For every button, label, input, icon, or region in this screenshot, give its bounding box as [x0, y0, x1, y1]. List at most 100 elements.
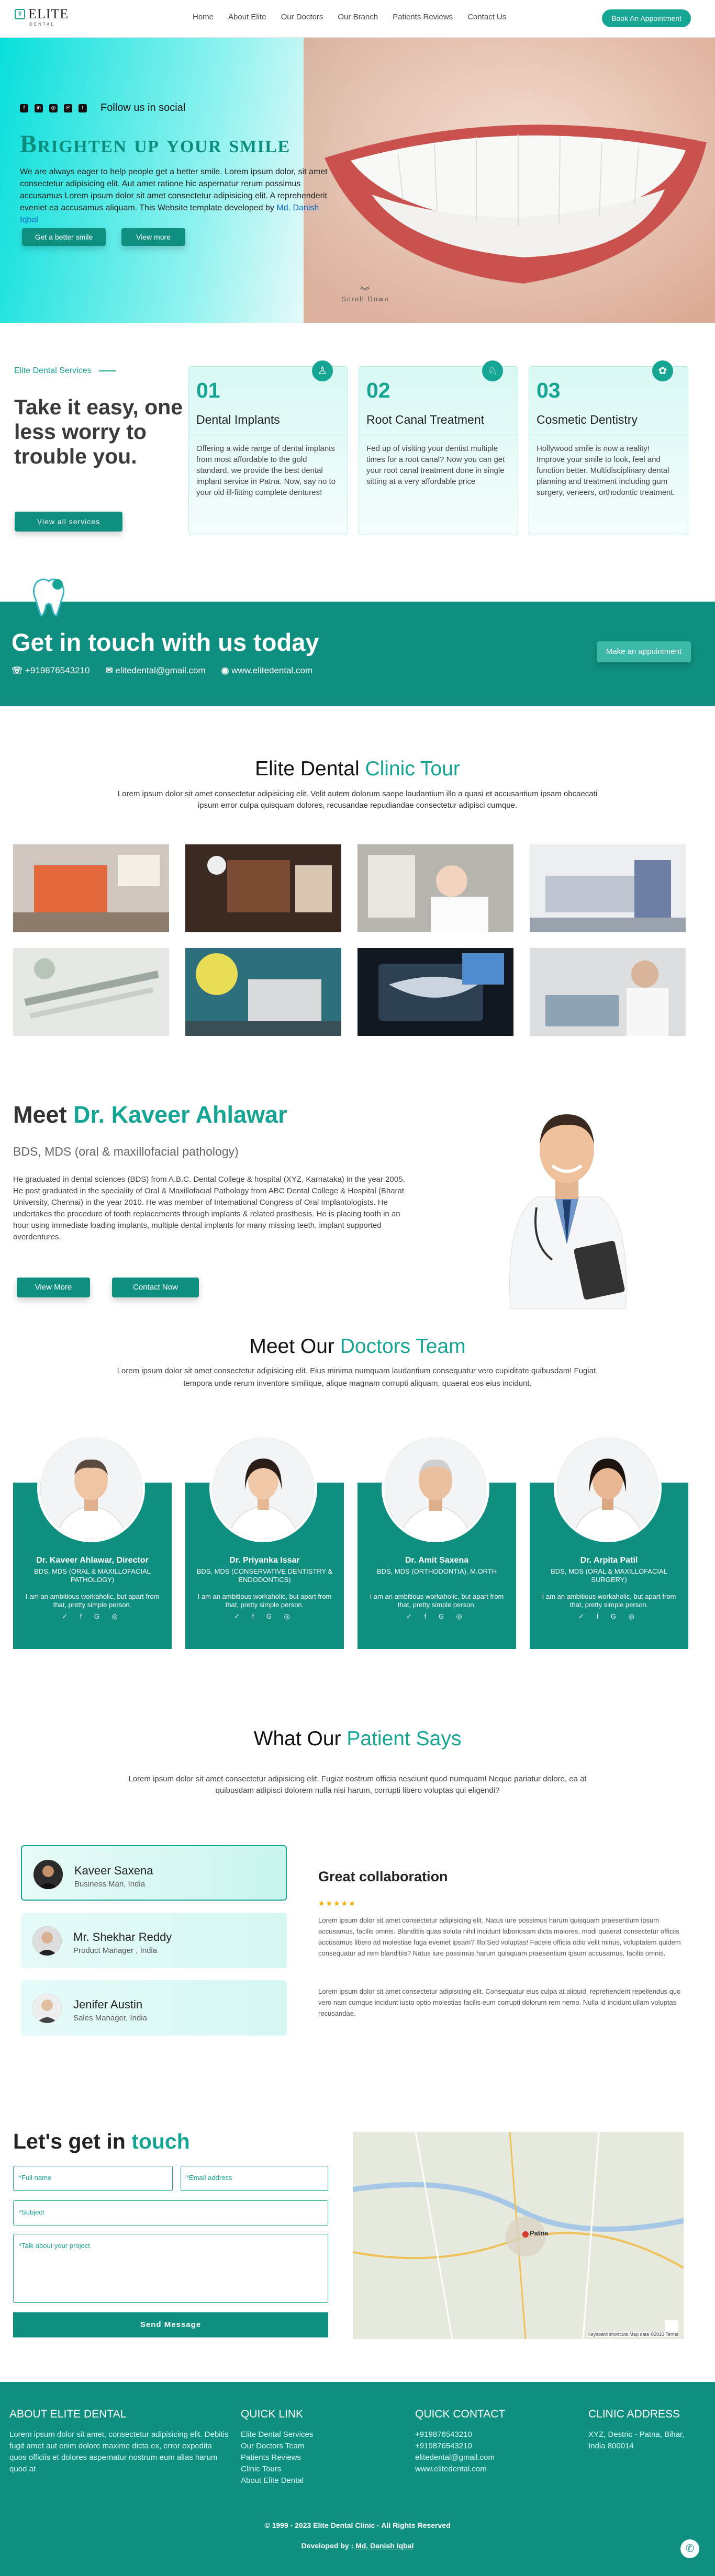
- band-email[interactable]: ✉ elitedental@gmail.com: [105, 665, 205, 676]
- hero-title: Brighten up your smile: [20, 130, 291, 158]
- doctor-card[interactable]: Dr. Priyanka Issar BDS, MDS (CONSERVATIV…: [185, 1434, 344, 1649]
- nav-doctors[interactable]: Our Doctors: [281, 13, 323, 21]
- service-desc: Hollywood smile is now a reality! Improv…: [537, 444, 675, 497]
- service-card[interactable]: ♘ 02 Root Canal Treatment Fed up of visi…: [359, 360, 518, 535]
- footer-phone[interactable]: +919876543210: [415, 2441, 541, 2452]
- dev-name-link[interactable]: Md. Danish Iqbal: [355, 2541, 414, 2550]
- view-more-button[interactable]: View more: [121, 228, 185, 246]
- subject-field[interactable]: *Subject: [13, 2200, 328, 2225]
- email-field[interactable]: *Email address: [181, 2166, 328, 2191]
- footer-link[interactable]: Elite Dental Services: [241, 2429, 366, 2441]
- view-all-services-button[interactable]: View all services: [15, 512, 122, 532]
- meet-text: He graduated in dental sciences (BDS) fr…: [13, 1175, 405, 1241]
- band-phone[interactable]: ☏ +919876543210: [12, 665, 90, 676]
- scroll-label: Scroll Down: [341, 295, 389, 303]
- phone-text: +919876543210: [25, 665, 90, 675]
- footer-contact-heading: QUICK CONTACT: [415, 2408, 506, 2420]
- doctor-card[interactable]: Dr. Amit Saxena BDS, MDS (ORTHODONTIA), …: [358, 1434, 516, 1649]
- clinic-photo[interactable]: [13, 844, 169, 932]
- testimonial-tab[interactable]: Jenifer Austin Sales Manager, India: [21, 1980, 287, 2036]
- footer-phone[interactable]: +919876543210: [415, 2429, 541, 2441]
- meet-title: Meet Dr. Kaveer Ahlawar: [13, 1101, 287, 1128]
- clinic-photo[interactable]: [358, 948, 513, 1036]
- clinic-photo[interactable]: [185, 844, 341, 932]
- map[interactable]: Patna Keyboard shortcuts Map data ©2023 …: [353, 2132, 684, 2339]
- doctor-card[interactable]: Dr. Arpita Patil BDS, MDS (ORAL & MAXILL…: [530, 1434, 688, 1649]
- testimonial-tab[interactable]: Kaveer Saxena Business Man, India: [21, 1845, 287, 1901]
- clinic-photo[interactable]: [530, 844, 686, 932]
- facebook-icon[interactable]: f: [20, 104, 28, 112]
- clinic-photo[interactable]: [13, 948, 169, 1036]
- doctor-social-icons[interactable]: ✓ f G ◎: [185, 1612, 344, 1621]
- doctor-avatar: [554, 1434, 662, 1542]
- contact-now-button[interactable]: Contact Now: [112, 1278, 199, 1297]
- clinic-photo[interactable]: [358, 844, 513, 932]
- arrow-line: [98, 370, 116, 371]
- footer-contact-list: +919876543210 +919876543210 elitedental@…: [415, 2429, 541, 2475]
- nav-about[interactable]: About Elite: [228, 13, 266, 21]
- instagram-icon[interactable]: ◎: [49, 104, 58, 112]
- scroll-down[interactable]: ︾ Scroll Down: [334, 287, 397, 303]
- tooth-icon: [33, 579, 64, 617]
- send-message-button[interactable]: Send Message: [13, 2312, 328, 2337]
- clinic-photo[interactable]: [185, 948, 341, 1036]
- full-name-field[interactable]: *Full name: [13, 2166, 173, 2191]
- better-smile-button[interactable]: Get a better smile: [22, 228, 106, 246]
- service-card[interactable]: ✿ 03 Cosmetic Dentistry Hollywood smile …: [529, 360, 688, 535]
- map-city: Patna: [530, 2229, 549, 2237]
- linkedin-icon[interactable]: in: [35, 104, 43, 112]
- footer-quick-links: Elite Dental Services Our Doctors Team P…: [241, 2429, 366, 2487]
- services-label: Elite Dental Services: [14, 366, 116, 376]
- testimonials-title-b: Patient Says: [347, 1727, 462, 1750]
- footer-address-heading: CLINIC ADDRESS: [588, 2408, 680, 2420]
- doctor-social-icons[interactable]: ✓ f G ◎: [13, 1612, 172, 1621]
- service-title: Root Canal Treatment: [366, 413, 485, 426]
- footer-web[interactable]: www.elitedental.com: [415, 2464, 541, 2475]
- testimonial-tab[interactable]: Mr. Shekhar Reddy Product Manager , Indi…: [21, 1913, 287, 1968]
- doctor-social-icons[interactable]: ✓ f G ◎: [358, 1612, 516, 1621]
- band-info: ☏ +919876543210 ✉ elitedental@gmail.com …: [12, 665, 328, 676]
- dev-label: Developed by :: [301, 2541, 354, 2550]
- form-title: Let's get in touch: [13, 2129, 190, 2154]
- twitter-icon[interactable]: t: [79, 104, 87, 112]
- footer-about-heading: ABOUT ELITE DENTAL: [9, 2408, 127, 2420]
- doctor-avatar: [209, 1434, 317, 1542]
- social-label: Follow us in social: [100, 102, 186, 114]
- nav-contact[interactable]: Contact Us: [467, 13, 506, 21]
- team-title-a: Meet Our: [249, 1335, 334, 1358]
- doctor-avatar: [37, 1434, 145, 1542]
- patient-name: Kaveer Saxena: [74, 1864, 153, 1877]
- clinic-photo[interactable]: [530, 948, 686, 1036]
- nav-reviews[interactable]: Patients Reviews: [393, 13, 453, 21]
- make-appointment-button[interactable]: Make an appointment: [597, 641, 691, 662]
- doctor-social-icons[interactable]: ✓ f G ◎: [530, 1612, 688, 1621]
- project-textarea[interactable]: *Talk about your project: [13, 2234, 328, 2303]
- doctor-about: I am an ambitious workaholic, but apart …: [25, 1592, 160, 1609]
- service-card[interactable]: ♙ 01 Dental Implants Offering a wide ran…: [188, 360, 348, 535]
- book-appointment-button[interactable]: Book An Appointment: [602, 9, 691, 27]
- footer-link[interactable]: About Elite Dental: [241, 2475, 366, 2487]
- footer-email[interactable]: elitedental@gmail.com: [415, 2452, 541, 2464]
- quote-text: Lorem ipsum dolor sit amet consectetur a…: [318, 1987, 681, 2017]
- testimonials-desc: Lorem ipsum dolor sit amet consectetur a…: [128, 1775, 587, 1795]
- social-row: f in ◎ P t Follow us in social: [20, 102, 185, 114]
- tour-title-a: Elite Dental: [255, 758, 360, 780]
- nav-branch[interactable]: Our Branch: [338, 13, 378, 21]
- footer-link[interactable]: Our Doctors Team: [241, 2441, 366, 2452]
- map-graphic: [353, 2132, 684, 2339]
- band-web[interactable]: ◉ www.elitedental.com: [221, 665, 313, 676]
- form-title-b: touch: [131, 2129, 190, 2153]
- footer-link[interactable]: Patients Reviews: [241, 2452, 366, 2464]
- developer-credit: Developed by : Md. Danish Iqbal: [0, 2541, 715, 2550]
- nav-home[interactable]: Home: [193, 13, 214, 21]
- tour-title-b: Clinic Tour: [365, 758, 460, 780]
- pinterest-icon[interactable]: P: [64, 104, 72, 112]
- implant-icon: ♙: [312, 360, 333, 381]
- view-more-doctor-button[interactable]: View More: [17, 1278, 90, 1297]
- site-header: ☤ ELITE DENTAL Home About Elite Our Doct…: [0, 0, 715, 38]
- doctor-avatar: [382, 1434, 489, 1542]
- footer-link[interactable]: Clinic Tours: [241, 2464, 366, 2475]
- logo[interactable]: ☤ ELITE DENTAL: [15, 6, 69, 27]
- whatsapp-icon[interactable]: ✆: [680, 2539, 699, 2558]
- doctor-card[interactable]: Dr. Kaveer Ahlawar, Director BDS, MDS (O…: [13, 1434, 172, 1649]
